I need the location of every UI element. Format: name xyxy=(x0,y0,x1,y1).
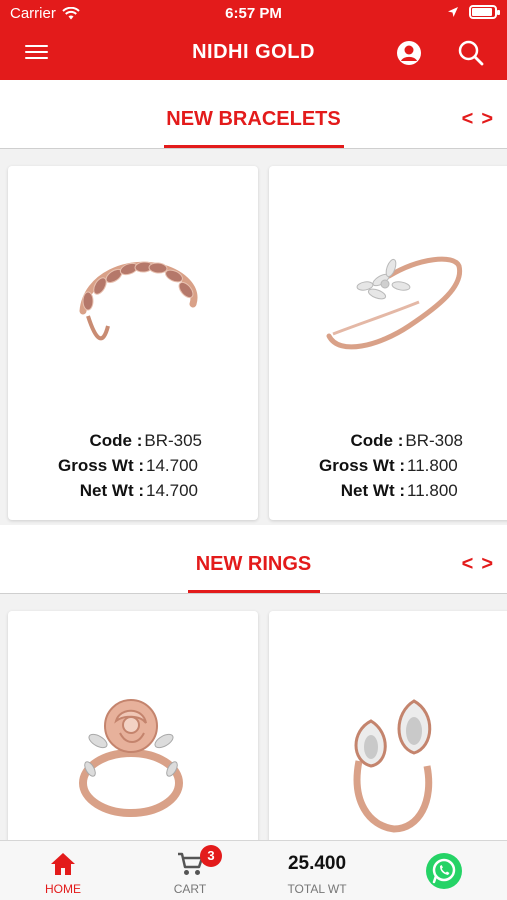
search-icon[interactable] xyxy=(456,38,486,68)
tab-total-wt: 25.400 TOTAL WT xyxy=(254,841,380,900)
gross-wt-label: Gross Wt : xyxy=(319,456,405,475)
battery-icon xyxy=(469,5,500,19)
next-arrow-button[interactable]: > xyxy=(479,553,495,576)
bottom-tab-bar: HOME 3 CART 25.400 TOTAL WT xyxy=(0,840,507,900)
section-title-rings: NEW RINGS xyxy=(195,553,312,575)
net-wt-label: Net Wt : xyxy=(340,481,405,500)
gross-wt-value: 11.800 xyxy=(407,456,458,475)
nav-bar: NIDHI GOLD xyxy=(0,26,507,80)
product-card[interactable]: Code : BR-305 Gross Wt : 14.700 Net Wt :… xyxy=(8,166,258,520)
tab-home[interactable]: HOME xyxy=(0,841,126,900)
section-divider xyxy=(0,148,507,149)
code-value: BR-308 xyxy=(405,431,463,450)
code-label: Code : xyxy=(89,431,143,450)
tab-home-label: HOME xyxy=(45,882,81,896)
tab-whatsapp[interactable] xyxy=(381,841,507,900)
next-arrow-button[interactable]: > xyxy=(479,108,495,131)
net-wt-value: 14.700 xyxy=(146,481,198,500)
app-title: NIDHI GOLD xyxy=(192,41,315,63)
ring-image xyxy=(79,699,183,817)
prev-arrow-button[interactable]: < xyxy=(460,553,476,576)
total-wt-value: 25.400 xyxy=(287,853,347,874)
home-icon xyxy=(51,853,75,875)
total-wt-label: TOTAL WT xyxy=(287,882,347,896)
gross-wt-label: Gross Wt : xyxy=(58,456,144,475)
bracelets-section-header: NEW BRACELETS < > xyxy=(0,80,507,148)
cart-count-badge: 3 xyxy=(200,845,222,867)
rings-section-header: NEW RINGS < > xyxy=(0,525,507,593)
bracelet-image xyxy=(79,261,198,341)
section-divider xyxy=(0,593,507,594)
section-title-bracelets: NEW BRACELETS xyxy=(166,108,341,130)
ring-image xyxy=(353,699,433,833)
product-card[interactable] xyxy=(269,611,507,851)
user-icon[interactable] xyxy=(394,38,424,68)
top-bar: Carrier 6:57 PM NIDHI GOLD xyxy=(0,0,507,80)
net-wt-label: Net Wt : xyxy=(79,481,144,500)
gross-wt-value: 14.700 xyxy=(146,456,198,475)
location-arrow-icon xyxy=(448,7,458,17)
product-card[interactable]: Code : BR-308 Gross Wt : 11.800 Net Wt :… xyxy=(269,166,507,520)
status-bar: Carrier 6:57 PM xyxy=(0,0,507,26)
code-value: BR-305 xyxy=(144,431,202,450)
code-label: Code : xyxy=(350,431,404,450)
prev-arrow-button[interactable]: < xyxy=(460,108,476,131)
product-card[interactable] xyxy=(8,611,258,851)
tab-cart-label: CART xyxy=(173,882,207,896)
whatsapp-icon xyxy=(426,853,462,889)
net-wt-value: 11.800 xyxy=(407,481,458,500)
bracelet-image xyxy=(326,256,463,350)
status-time: 6:57 PM xyxy=(225,5,282,22)
tab-cart[interactable]: 3 CART xyxy=(127,841,253,900)
